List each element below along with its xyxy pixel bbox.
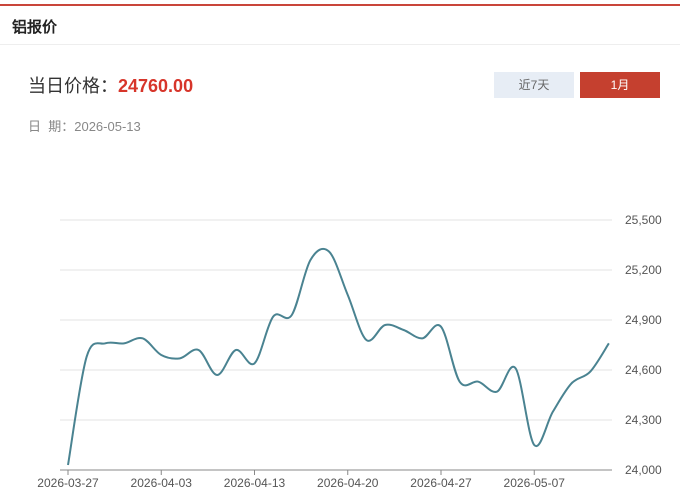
x-tick-label: 2026-04-03	[131, 476, 193, 488]
price-series-line	[67, 247, 610, 466]
y-tick-label: 25,200	[625, 263, 662, 277]
y-tick-label: 24,600	[625, 363, 662, 377]
price-line-chart: 24,000 24,300 24,600 24,900 25,200 25,500 2026…	[37, 213, 662, 488]
x-tick-label: 2026-05-07	[504, 476, 566, 488]
x-tick-label: 2026-03-27	[37, 476, 99, 488]
x-tick-label: 2026-04-20	[317, 476, 379, 488]
y-tick-label: 24,000	[625, 463, 662, 477]
y-tick-label: 25,500	[625, 213, 662, 227]
y-tick-label: 24,900	[625, 313, 662, 327]
x-tick-label: 2026-04-27	[410, 476, 472, 488]
y-tick-label: 24,300	[625, 413, 662, 427]
x-tick-label: 2026-04-13	[224, 476, 286, 488]
